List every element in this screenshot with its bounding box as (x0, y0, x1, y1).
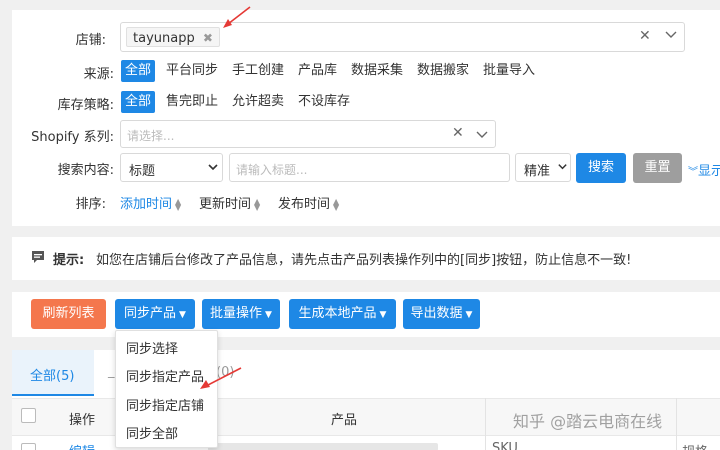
column-divider (676, 398, 677, 450)
chevron-down-icon[interactable] (664, 27, 678, 45)
sort-option-label: 更新时间 (199, 197, 252, 212)
reset-button[interactable]: 重置 (633, 153, 682, 183)
source-label: 来源: (83, 67, 114, 82)
source-option[interactable]: 数据搬家 (413, 60, 473, 82)
stock-option[interactable]: 不设库存 (294, 91, 354, 113)
show-more-link[interactable]: ︾显示 (688, 160, 720, 179)
source-option[interactable]: 批量导入 (479, 60, 539, 82)
menu-item-sync-all[interactable]: 同步全部 (126, 423, 178, 442)
sync-products-label: 同步产品 (124, 306, 177, 321)
caret-down-icon: ▼ (465, 310, 473, 320)
caret-down-icon: ▼ (265, 310, 272, 320)
clear-icon[interactable]: ✕ (639, 28, 651, 44)
sort-option-published[interactable]: 发布时间 ▲ ▼ (278, 193, 339, 212)
caret-down-icon: ▼ (179, 310, 186, 320)
chevron-down-icon (557, 161, 568, 176)
batch-actions-label: 批量操作 (210, 306, 263, 321)
stock-option[interactable]: 全部 (121, 91, 156, 113)
series-label: Shopify 系列: (31, 130, 114, 145)
store-label: 店铺: (75, 33, 106, 48)
match-mode-select[interactable]: 精准 (515, 153, 571, 182)
batch-actions-button[interactable]: 批量操作 ▼ (202, 299, 280, 329)
tab-other[interactable]: _ (108, 364, 115, 379)
sync-products-button[interactable]: 同步产品 ▼ (115, 299, 195, 329)
export-data-button[interactable]: 导出数据 ▼ (403, 299, 480, 329)
sort-option-added[interactable]: 添加时间 ▲ ▼ (120, 193, 181, 212)
row-sku: SKU (492, 441, 518, 450)
tab-other-prefix: _ (108, 364, 115, 379)
header-action: 操作 (69, 413, 96, 428)
series-select[interactable]: 请选择... ✕ (120, 120, 496, 148)
row-edit-link[interactable]: 编辑 (69, 441, 95, 450)
sort-option-label: 发布时间 (278, 197, 331, 212)
chevron-down-icon[interactable] (475, 127, 489, 145)
sort-icon: ▲ ▼ (175, 196, 182, 212)
search-placeholder: 请输入标题... (236, 163, 308, 177)
series-placeholder: 请选择... (127, 129, 175, 143)
source-option[interactable]: 产品库 (294, 60, 341, 82)
watermark: 知乎 @踏云电商在线 (513, 412, 663, 431)
show-more-label: 显示 (698, 164, 720, 179)
source-option[interactable]: 全部 (121, 60, 156, 82)
source-option[interactable]: 手工创建 (228, 60, 288, 82)
tip-text: 如您在店铺后台修改了产品信息，请先点击产品列表操作列中的[同步]按钮，防止信息不… (96, 253, 632, 268)
search-label: 搜索内容: (57, 163, 114, 178)
sort-label: 排序: (75, 197, 106, 212)
sort-option-label: 添加时间 (120, 197, 173, 212)
column-divider (485, 398, 486, 450)
sort-icon: ▲ ▼ (333, 196, 340, 212)
generate-local-button[interactable]: 生成本地产品 ▼ (289, 299, 396, 329)
menu-item-sync-specific-product[interactable]: 同步指定产品 (126, 366, 204, 385)
row-product-title (208, 443, 438, 450)
store-select[interactable]: tayunapp ✖ ✕ (120, 22, 685, 52)
source-option[interactable]: 数据采集 (347, 60, 407, 82)
stock-option[interactable]: 售完即止 (162, 91, 222, 113)
annotation-arrow-icon (223, 6, 251, 28)
search-button[interactable]: 搜索 (576, 153, 626, 183)
menu-item-sync-specific-store[interactable]: 同步指定店铺 (126, 395, 204, 414)
search-field-select[interactable]: 标题 (120, 153, 223, 182)
store-tag-label: tayunapp (133, 31, 195, 46)
stock-option[interactable]: 允许超卖 (228, 91, 288, 113)
refresh-list-button[interactable]: 刷新列表 (31, 299, 106, 329)
row-checkbox[interactable] (21, 443, 36, 450)
generate-local-label: 生成本地产品 (298, 306, 377, 321)
sort-option-updated[interactable]: 更新时间 ▲ ▼ (199, 193, 260, 212)
row-spec: 规格 (682, 441, 708, 450)
caret-down-icon: ▼ (379, 310, 387, 320)
export-data-label: 导出数据 (410, 306, 463, 321)
tab-all[interactable]: 全部(5) (12, 350, 94, 396)
tag-close-icon[interactable]: ✖ (203, 31, 213, 45)
header-product: 产品 (331, 413, 358, 428)
clear-icon[interactable]: ✕ (452, 125, 464, 141)
message-icon (30, 249, 46, 269)
annotation-arrow-icon (200, 367, 242, 389)
store-tag[interactable]: tayunapp ✖ (126, 27, 220, 47)
double-chevron-icon: ︾ (688, 167, 698, 178)
search-field-value: 标题 (129, 164, 156, 179)
match-mode-value: 精准 (524, 164, 551, 179)
stock-label: 库存策略: (57, 98, 114, 113)
sort-icon: ▲ ▼ (254, 196, 261, 212)
select-all-checkbox[interactable] (21, 408, 36, 423)
tip-title: 提示: (53, 253, 85, 268)
tab-all-label: 全部(5) (30, 369, 75, 384)
search-input[interactable]: 请输入标题... (229, 153, 510, 182)
source-option[interactable]: 平台同步 (162, 60, 222, 82)
chevron-down-icon (207, 161, 219, 177)
menu-item-sync-selected[interactable]: 同步选择 (126, 338, 178, 357)
